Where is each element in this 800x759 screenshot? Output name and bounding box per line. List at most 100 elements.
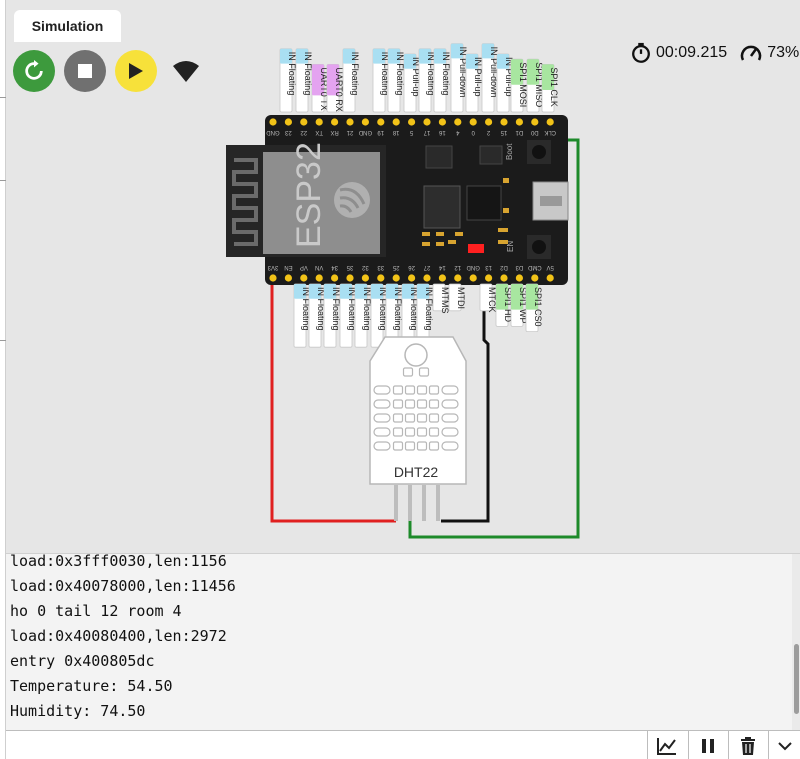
voltage-regulator	[423, 185, 461, 229]
top-pin[interactable]	[515, 118, 524, 126]
top-pin[interactable]	[500, 118, 508, 126]
chevron-down-icon	[777, 741, 792, 750]
pin-function-label: IN Floating	[372, 48, 390, 113]
dht22-sensor[interactable]: DHT22	[369, 336, 467, 521]
top-pin-name: 22	[300, 129, 307, 135]
pin-function-text: MTDI	[456, 287, 466, 309]
top-pin[interactable]	[300, 118, 308, 126]
simulator-root: Simulation 00:09.215 73% ESP32 Boot EN C…	[0, 0, 800, 759]
top-pin[interactable]	[531, 118, 539, 126]
bottom-pin-name: D3	[515, 264, 523, 270]
top-pin[interactable]	[361, 118, 369, 126]
bottom-pin[interactable]	[423, 274, 431, 282]
pin-function-text: SPI1 CLK	[549, 67, 559, 107]
bottom-pin[interactable]	[315, 274, 323, 282]
plotter-button[interactable]	[647, 731, 685, 759]
bottom-pin-name: 5V	[547, 264, 554, 270]
top-pin-name: 21	[346, 129, 353, 135]
bottom-pin-name: GND	[466, 264, 480, 270]
pin-function-label: SPI1 MOSI	[510, 58, 528, 113]
top-pin-name: 17	[423, 129, 430, 135]
pin-function-text: MTCK	[487, 287, 497, 313]
bottom-pin[interactable]	[469, 274, 477, 282]
bottom-pin[interactable]	[377, 274, 385, 282]
bottom-pin[interactable]	[331, 274, 339, 282]
pin-function-label: IN Floating	[339, 283, 357, 348]
pin-function-label: SPI1 HD	[495, 283, 513, 327]
pause-icon	[701, 738, 714, 753]
bottom-pin[interactable]	[392, 274, 400, 282]
pin-function-text: IN Floating	[331, 287, 341, 331]
pin-function-text: IN Floating	[441, 52, 451, 96]
pause-button[interactable]	[688, 731, 726, 759]
pin-function-label: SPI1 CLK	[541, 64, 559, 113]
console-scrollbar[interactable]	[792, 554, 800, 730]
pin-function-label: IN Pull-down	[481, 43, 499, 113]
bottom-pin[interactable]	[546, 274, 554, 282]
top-pin[interactable]	[346, 118, 354, 126]
clear-button[interactable]	[728, 731, 766, 759]
bottom-pin-name: 13	[485, 264, 492, 270]
bottom-pin[interactable]	[500, 274, 508, 282]
serial-monitor[interactable]: load:0x3fff0030,len:1156 load:0x40078000,…	[6, 553, 800, 730]
bottom-pin[interactable]	[269, 274, 277, 282]
pin-function-label: IN Floating	[342, 48, 360, 113]
top-pin[interactable]	[485, 118, 493, 126]
bottom-pin-name: EN	[284, 264, 292, 270]
bottom-pin[interactable]	[454, 274, 462, 282]
serial-input[interactable]	[6, 731, 646, 759]
bottom-pin[interactable]	[300, 274, 308, 282]
collapse-button[interactable]	[768, 731, 800, 759]
pin-function-label: SPI1 MISO	[526, 58, 544, 113]
bottom-pin-name: 14	[438, 264, 445, 270]
scrollbar-thumb[interactable]	[794, 644, 799, 714]
top-pin[interactable]	[269, 118, 277, 126]
bottom-pin[interactable]	[485, 274, 493, 282]
pin-function-label: IN Pull-up	[403, 53, 421, 113]
bottom-pin-name: 12	[454, 264, 461, 270]
pin-function-label: UART0 RX	[326, 64, 344, 113]
sensor-hole	[404, 343, 428, 367]
bottom-pin[interactable]	[361, 274, 369, 282]
pin-function-text: UART0 RX	[334, 67, 344, 111]
chip-label: ESP32	[290, 142, 328, 248]
bottom-pin-name: CMD	[527, 264, 541, 270]
top-pin[interactable]	[331, 118, 339, 126]
bottom-pin-name: 27	[423, 264, 430, 270]
top-pin-name: CLK	[544, 129, 556, 135]
top-pin[interactable]	[408, 118, 416, 126]
bottom-pin[interactable]	[515, 274, 524, 282]
esp32-board[interactable]: ESP32 Boot EN CLKD0D115204161751819GND21…	[226, 115, 569, 285]
top-pin-name: 19	[377, 129, 384, 135]
top-pin[interactable]	[315, 118, 323, 126]
top-pin[interactable]	[423, 118, 431, 126]
bottom-pin-name: 32	[361, 264, 368, 270]
top-pin[interactable]	[454, 118, 462, 126]
top-pin-name: GND	[266, 129, 280, 135]
top-pin[interactable]	[377, 118, 385, 126]
bottom-pin[interactable]	[531, 274, 539, 282]
sensor-label: DHT22	[394, 464, 439, 480]
bottom-pin-name: D2	[500, 264, 508, 270]
bottom-pin-name: 34	[331, 264, 338, 270]
pin-function-label: IN Floating	[418, 48, 436, 113]
circuit-canvas: ESP32 Boot EN CLKD0D115204161751819GND21…	[226, 43, 580, 539]
pin-function-label: MTDI	[448, 283, 466, 312]
top-pin-name: 18	[392, 129, 399, 135]
bottom-pin[interactable]	[438, 274, 446, 282]
pin-function-text: SPI1 CS0	[533, 287, 543, 327]
bottom-pin[interactable]	[346, 274, 354, 282]
top-pin[interactable]	[546, 118, 554, 126]
power-led	[468, 244, 484, 253]
top-pin[interactable]	[392, 118, 400, 126]
pin-function-text: IN Pull-up	[473, 57, 483, 97]
top-pin[interactable]	[284, 118, 292, 126]
bottom-pin[interactable]	[284, 274, 292, 282]
top-pin[interactable]	[438, 118, 446, 126]
console-line: ho 0 tail 12 room 4	[10, 602, 182, 620]
console-line: entry 0x400805dc	[10, 652, 155, 670]
bottom-pin[interactable]	[408, 274, 416, 282]
pin-function-label: UART0 TX	[311, 64, 329, 113]
pin-function-label: IN Floating	[295, 48, 313, 113]
top-pin[interactable]	[469, 118, 477, 126]
